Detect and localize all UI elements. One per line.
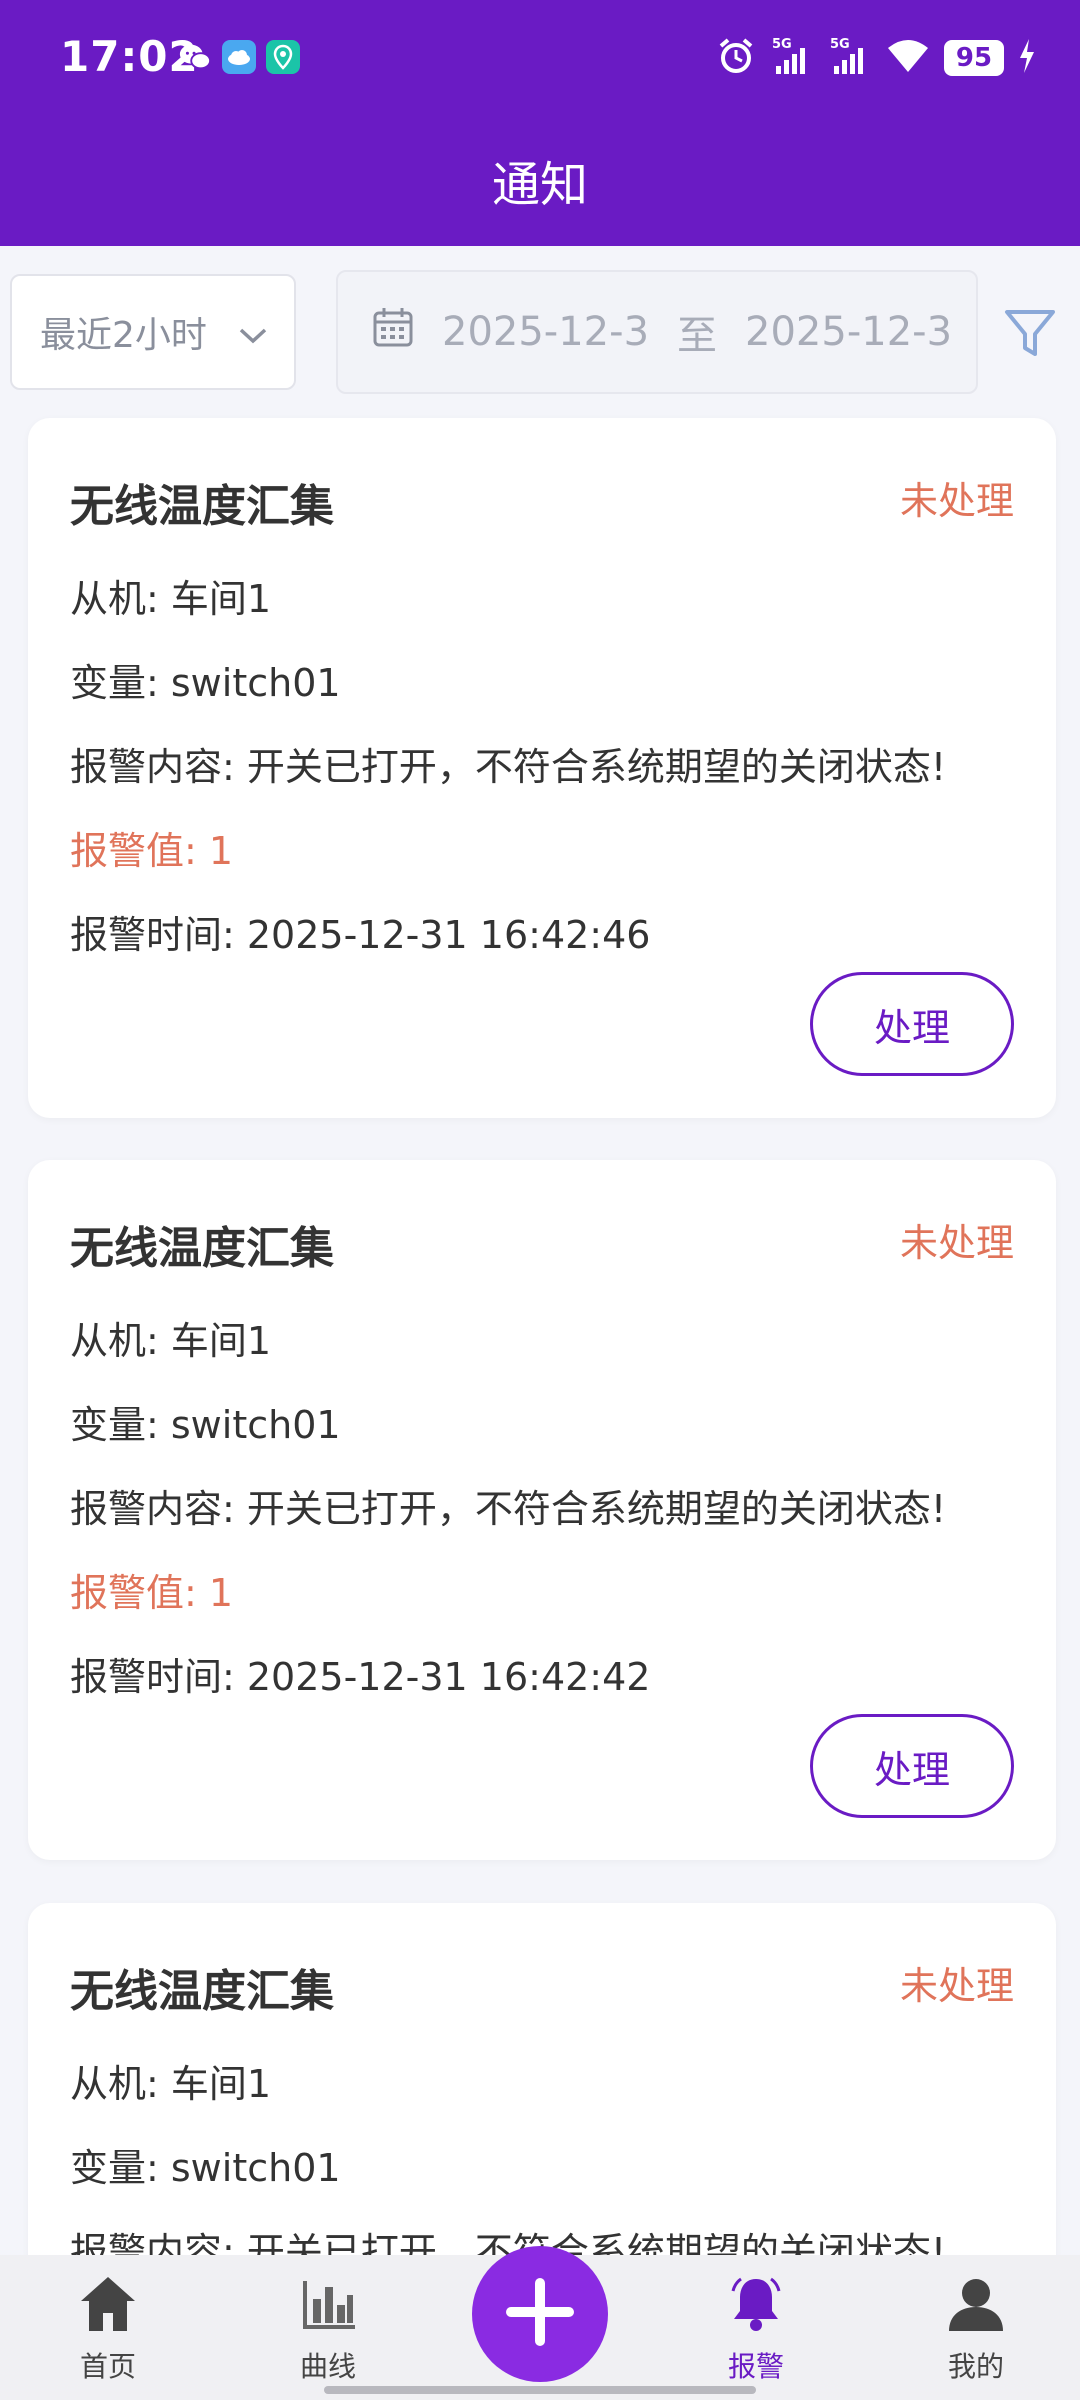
variable-label: 变量: switch01 [70,2146,341,2190]
variable-label: 变量: switch01 [70,1403,341,1447]
nav-alarm-label: 报警 [727,2350,784,2383]
card-title: 无线温度汇集 [70,1966,334,2017]
calendar-icon [372,306,414,358]
user-icon [945,2279,1007,2339]
notification-icons [178,40,300,74]
nav-curve[interactable]: 曲线 [248,2273,408,2385]
nav-mine[interactable]: 我的 [896,2273,1056,2385]
alarm-time: 报警时间: 2025-12-31 16:42:46 [70,913,651,957]
signal-5g-icon: 5G [828,36,872,80]
nav-home[interactable]: 首页 [28,2273,188,2385]
filter-icon[interactable] [1003,308,1057,364]
status-badge: 未处理 [899,1964,1014,2008]
end-date: 2025-12-3 [745,309,953,355]
location-app-icon [266,40,300,74]
page-title: 通知 [491,157,588,213]
alarm-content: 报警内容: 开关已打开，不符合系统期望的关闭状态! [70,1487,947,1531]
filter-bar: 最近2小时 2025-12-3 至 2025-12-3 [0,270,1080,395]
home-indicator [324,2386,756,2394]
date-separator: 至 [677,313,718,359]
cloud-app-icon [222,40,256,74]
wifi-icon [886,38,930,78]
nav-home-label: 首页 [79,2350,136,2383]
bar-chart-icon [297,2281,359,2339]
status-badge: 未处理 [899,479,1014,523]
variable-label: 变量: switch01 [70,661,341,705]
nav-alarm[interactable]: 报警 [676,2273,836,2385]
handle-button[interactable]: 处理 [810,1714,1014,1818]
alarm-value: 报警值: 1 [70,1571,234,1615]
alarm-card: 无线温度汇集 未处理 从机: 车间1 变量: switch01 报警内容: 开关… [28,418,1056,1118]
add-button[interactable] [472,2246,608,2382]
slave-label: 从机: 车间1 [70,2062,272,2106]
wechat-icon [178,40,212,74]
battery-indicator: 95 [944,40,1004,76]
system-status-icons: 5G 5G 95 [716,36,1036,80]
card-title: 无线温度汇集 [70,481,334,532]
card-title: 无线温度汇集 [70,1223,334,1274]
nav-mine-label: 我的 [947,2350,1004,2383]
nav-curve-label: 曲线 [299,2350,356,2383]
status-bar: 17:02 5G 5G 95 [0,0,1080,120]
alarm-value: 报警值: 1 [70,829,234,873]
chevron-down-icon [238,314,268,355]
status-badge: 未处理 [899,1221,1014,1265]
plus-icon [500,2272,580,2356]
charging-icon [1018,39,1036,77]
time-range-select[interactable]: 最近2小时 [10,274,296,390]
home-icon [77,2277,139,2339]
start-date: 2025-12-3 [442,309,650,355]
alarm-card: 无线温度汇集 未处理 从机: 车间1 变量: switch01 报警内容: 开关… [28,1160,1056,1860]
svg-text:5G: 5G [772,37,792,52]
alarm-time: 报警时间: 2025-12-31 16:42:42 [70,1655,651,1699]
slave-label: 从机: 车间1 [70,577,272,621]
alarm-clock-icon [716,36,756,80]
time-range-value: 最近2小时 [40,315,207,356]
app-header: 17:02 5G 5G 95 通知 [0,0,1080,246]
slave-label: 从机: 车间1 [70,1319,272,1363]
handle-button[interactable]: 处理 [810,972,1014,1076]
alarm-content: 报警内容: 开关已打开，不符合系统期望的关闭状态! [70,745,947,789]
svg-text:5G: 5G [830,37,850,52]
date-range-picker[interactable]: 2025-12-3 至 2025-12-3 [336,270,978,394]
bell-icon [725,2277,787,2339]
signal-5g-icon: 5G [770,36,814,80]
